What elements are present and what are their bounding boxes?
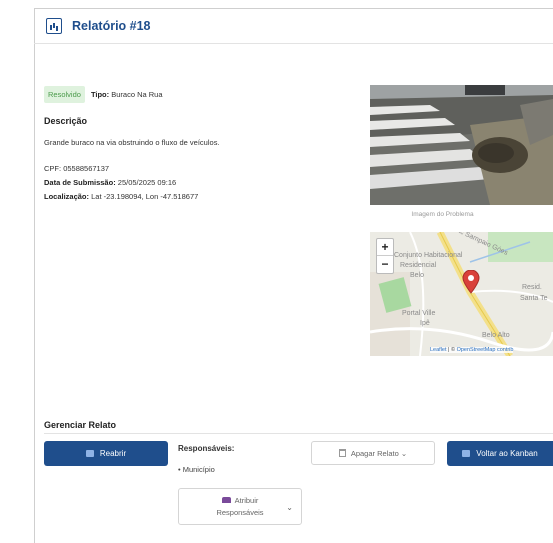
reopen-icon bbox=[85, 450, 94, 457]
map-marker-icon[interactable] bbox=[462, 270, 480, 294]
report-type: Tipo: Buraco Na Rua bbox=[91, 90, 163, 99]
map-label-ipe: Ipê bbox=[420, 320, 430, 327]
map-label-resid: Resid. bbox=[522, 284, 542, 291]
map-tiles bbox=[370, 232, 553, 356]
map-label-santa: Santa Te bbox=[520, 295, 548, 302]
page-title: Relatório #18 bbox=[72, 18, 151, 33]
photo-caption: Imagem do Problema bbox=[411, 211, 474, 218]
problem-photo bbox=[370, 85, 553, 205]
map-label-conjunto: Conjunto Habitacional bbox=[394, 252, 463, 259]
cpf-label: CPF: bbox=[44, 164, 62, 173]
description-text: Grande buraco na via obstruindo o fluxo … bbox=[44, 138, 220, 147]
type-value: Buraco Na Rua bbox=[111, 90, 163, 99]
submission-date-value: 25/05/2025 09:16 bbox=[117, 178, 177, 187]
location-line: Localização: Lat -23.198094, Lon -47.518… bbox=[44, 192, 198, 201]
assign-label-1: Atribuir bbox=[234, 495, 259, 505]
assign-responsaveis-button[interactable]: Atribuir Responsáveis ⌄ bbox=[178, 488, 302, 525]
chevron-down-icon: ⌄ bbox=[286, 503, 293, 512]
status-row: Resolvido Tipo: Buraco Na Rua bbox=[44, 86, 163, 103]
assign-label-2: Responsáveis bbox=[216, 507, 264, 517]
location-label: Localização: bbox=[44, 192, 90, 201]
delete-label: Apagar Relato ⌄ bbox=[350, 448, 408, 458]
description-heading: Descrição bbox=[44, 116, 88, 126]
manage-divider bbox=[44, 433, 553, 434]
back-label: Voltar ao Kanban bbox=[476, 449, 538, 458]
manage-heading: Gerenciar Relato bbox=[44, 420, 117, 430]
report-icon bbox=[46, 17, 62, 34]
zoom-in-button[interactable]: + bbox=[377, 239, 393, 256]
pothole-image bbox=[370, 85, 553, 205]
trash-icon bbox=[338, 449, 346, 457]
kanban-icon bbox=[462, 450, 471, 457]
attribution-separator: | © bbox=[446, 347, 457, 353]
status-badge: Resolvido bbox=[44, 86, 85, 103]
page-header: Relatório #18 bbox=[34, 8, 553, 44]
back-to-kanban-button[interactable]: Voltar ao Kanban bbox=[447, 441, 553, 466]
map-label-portal-ville: Portal Ville bbox=[402, 310, 436, 317]
map-attribution: Leaflet | © OpenStreetMap contrib bbox=[430, 347, 514, 353]
map-zoom-control: + − bbox=[376, 238, 394, 274]
cpf-line: CPF: 05588567137 bbox=[44, 164, 109, 173]
responsavel-item: • Município bbox=[178, 465, 215, 474]
osm-link[interactable]: OpenStreetMap contrib bbox=[457, 347, 514, 353]
location-map[interactable]: Pic Sampaio Góes Conjunto Habitacional R… bbox=[370, 232, 553, 356]
submission-date-line: Data de Submissão: 25/05/2025 09:16 bbox=[44, 178, 176, 187]
reopen-label: Reabrir bbox=[99, 449, 127, 458]
leaflet-link[interactable]: Leaflet bbox=[430, 347, 447, 353]
assign-text: Atribuir Responsáveis bbox=[216, 495, 263, 519]
location-value: Lat -23.198094, Lon -47.518677 bbox=[91, 192, 199, 201]
reopen-button[interactable]: Reabrir bbox=[44, 441, 168, 466]
zoom-out-button[interactable]: − bbox=[377, 256, 393, 273]
delete-report-button[interactable]: Apagar Relato ⌄ bbox=[311, 441, 435, 465]
responsaveis-label: Responsáveis: bbox=[178, 444, 235, 453]
map-label-residencial: Residencial bbox=[400, 262, 437, 269]
cpf-value: 05588567137 bbox=[63, 164, 110, 173]
map-label-belo: Belo bbox=[410, 272, 425, 279]
map-label-belo-alto: Belo Alto bbox=[482, 332, 510, 339]
type-label: Tipo: bbox=[90, 90, 110, 99]
submission-date-label: Data de Submissão: bbox=[44, 178, 116, 187]
users-icon bbox=[221, 496, 231, 503]
